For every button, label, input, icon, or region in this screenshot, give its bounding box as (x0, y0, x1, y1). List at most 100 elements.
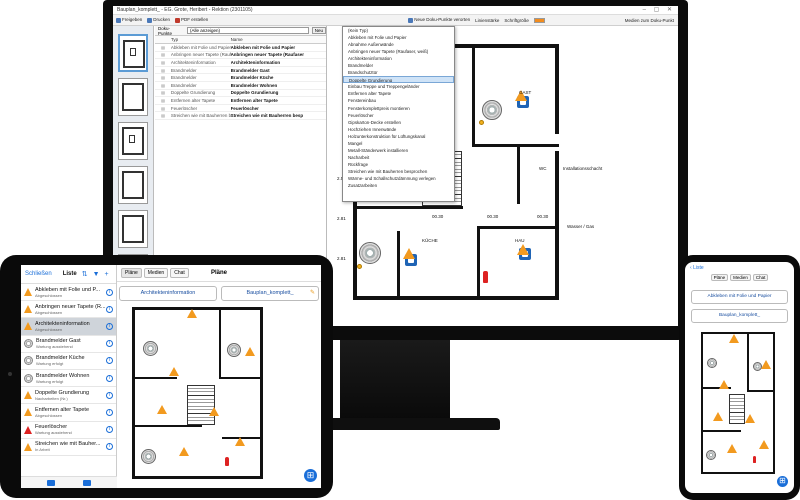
media-link[interactable]: Medien zum Doku-Punkt (625, 18, 678, 23)
dropdown-option[interactable]: Fenstereinbau (343, 97, 454, 104)
smoke-detector-icon[interactable] (359, 242, 381, 264)
warning-icon[interactable] (235, 437, 245, 446)
dropdown-option[interactable]: Entfernen alter Tapete (343, 90, 454, 97)
tab-chat[interactable]: Chat (170, 268, 189, 278)
smoke-detector-icon[interactable] (482, 100, 502, 120)
dropdown-option[interactable]: Nacharbeit (343, 154, 454, 161)
info-icon[interactable]: i (106, 322, 113, 330)
smoke-detector-icon[interactable] (707, 358, 717, 368)
list-item[interactable]: Doppelte Grundierung Nacharbeiten (Nr.) i (21, 387, 116, 405)
dropdown-option[interactable]: Fensterkomplettpreis montieren (343, 105, 454, 112)
dropdown-option[interactable]: Hochziehen Innenwände (343, 126, 454, 133)
dropdown-option[interactable]: Holzunterkonstruktion für Lüftungskanal (343, 133, 454, 140)
page-thumbnail[interactable] (118, 210, 148, 248)
list-item[interactable]: Streichen wie mit Bauher... In Arbeit i (21, 439, 116, 456)
grid-menu-button[interactable]: ⊞ (304, 469, 317, 482)
list-item[interactable]: Brandmelder Küche Wartung erfolgt i (21, 353, 116, 370)
info-icon[interactable]: i (106, 305, 113, 313)
new-button[interactable]: Neu (311, 27, 326, 34)
warning-icon[interactable] (209, 407, 219, 416)
info-icon[interactable]: i (106, 426, 113, 434)
warning-icon[interactable] (157, 405, 167, 414)
warning-icon[interactable] (761, 360, 771, 369)
table-row[interactable]: ▤ Brandmelder Brandmelder Küche (155, 74, 326, 82)
info-icon[interactable]: i (106, 374, 113, 382)
page-thumbnail[interactable] (118, 122, 148, 160)
dropdown-option[interactable]: Gipskarton-Decke erstellen (343, 119, 454, 126)
folder-icon[interactable] (47, 480, 55, 486)
map-icon[interactable] (83, 480, 91, 486)
dropdown-option[interactable]: Metall-Ständerwerk installieren (343, 147, 454, 154)
smoke-detector-icon[interactable] (141, 449, 156, 464)
table-row[interactable]: ▤ Entfernen alter Tapete Entfernen alter T… (155, 97, 326, 105)
page-thumbnail[interactable] (118, 34, 148, 72)
info-icon[interactable]: i (106, 391, 113, 399)
dropdown-option[interactable]: Rückfrage (343, 161, 454, 168)
warning-icon[interactable] (759, 440, 769, 449)
tab-plaene[interactable]: Pläne (710, 274, 729, 281)
warning-icon[interactable] (727, 444, 737, 453)
plan-button[interactable]: Bauplan_komplett_ ✎ (221, 286, 319, 301)
list-item[interactable]: Entfernen alter Tapete Abgeschlossen i (21, 404, 116, 422)
marker-pin-icon[interactable] (479, 120, 484, 125)
info-icon[interactable]: i (106, 443, 113, 451)
dropdown-option[interactable]: Brandschutztür (343, 69, 454, 76)
tab-medien[interactable]: Medien (143, 268, 169, 278)
phone-floor-plan[interactable] (697, 332, 782, 477)
warning-icon[interactable] (719, 380, 729, 389)
info-icon[interactable]: i (106, 340, 113, 348)
table-row[interactable]: ▤ Feuerlöscher Feuerlöscher (155, 105, 326, 113)
list-item[interactable]: Architekteninformation Abgeschlossen i (21, 318, 116, 336)
dropdown-option[interactable]: Abkleben mit Folie und Papier (343, 34, 454, 41)
dropdown-option[interactable]: Mangel (343, 140, 454, 147)
dropdown-option[interactable]: Zusatzarbeiten (343, 182, 454, 189)
point-button[interactable]: Architekteninformation (119, 286, 217, 301)
font-size-select[interactable]: Schriftgröße (504, 18, 529, 23)
tablet-floor-plan[interactable] (127, 307, 297, 482)
smoke-detector-icon[interactable] (143, 341, 158, 356)
warning-icon[interactable] (169, 367, 179, 376)
filter-select[interactable]: (Alle anzeigen) (186, 27, 309, 34)
color-swatch[interactable] (533, 17, 545, 23)
fire-extinguisher-icon[interactable] (753, 456, 756, 463)
column-typ[interactable]: Typ (171, 37, 231, 42)
dropdown-option[interactable]: Wärme- und Schallschutzdämmung verlegen (343, 175, 454, 182)
list-item[interactable]: Anbringen neuer Tapete (R... Abgeschlosse… (21, 301, 116, 319)
column-name[interactable]: Name (231, 37, 326, 42)
warning-icon[interactable] (245, 347, 255, 356)
print-button[interactable]: Drucken (147, 17, 170, 23)
line-width-select[interactable]: Linienstärke (475, 18, 499, 23)
grid-menu-button[interactable]: ⊞ (777, 476, 788, 487)
warning-icon[interactable] (403, 248, 415, 259)
sort-icon[interactable]: ⇅ (82, 270, 88, 278)
dropdown-option[interactable]: Doppelte Grundierung (343, 76, 454, 84)
dropdown-option[interactable]: Anbringen neuer Tapete (Raufaser, weiß) (343, 48, 454, 55)
dropdown-option[interactable]: Einbau Treppe und Treppengeländer (343, 83, 454, 90)
share-button[interactable]: Freigeben (116, 17, 142, 23)
info-icon[interactable]: i (106, 357, 113, 365)
fire-extinguisher-icon[interactable] (483, 271, 488, 283)
list-item[interactable]: Feuerlöscher Wartung ausstehend i (21, 422, 116, 439)
info-icon[interactable]: i (106, 408, 113, 416)
warning-icon[interactable] (179, 447, 189, 456)
pdf-button[interactable]: PDF erstellen (175, 17, 208, 23)
warning-icon[interactable] (745, 414, 755, 423)
warning-icon[interactable] (187, 309, 197, 318)
filter-icon[interactable]: ▼ (93, 271, 100, 278)
dropdown-option[interactable]: Brandmelder (343, 62, 454, 69)
dropdown-option[interactable]: Abnahme Außenwände (343, 41, 454, 48)
page-thumbnail[interactable] (118, 166, 148, 204)
back-link[interactable]: ‹ Liste (690, 265, 704, 271)
dropdown-option[interactable]: (Kein Typ) (343, 27, 454, 34)
tab-chat[interactable]: Chat (752, 274, 769, 281)
list-item[interactable]: Abkleben mit Folie und P... Abgeschlossen… (21, 284, 116, 302)
list-item[interactable]: Brandmelder Gast Wartung ausstehend i (21, 336, 116, 353)
dropdown-option[interactable]: Streichen wie mit Bauherren besprochen (343, 168, 454, 175)
dropdown-option[interactable]: Architekteninformation (343, 55, 454, 62)
smoke-detector-icon[interactable] (706, 450, 716, 460)
table-row[interactable]: ▤ Streichen wie mit Bauherren besprochenS… (155, 112, 326, 120)
new-points-button[interactable]: Neue Doku-Punkte verorten (408, 17, 470, 23)
info-icon[interactable]: i (106, 288, 113, 296)
list-item[interactable]: Brandmelder Wohnen Wartung erfolgt i (21, 370, 116, 388)
point-button[interactable]: Abkleben mit Folie und Papier (691, 290, 788, 304)
